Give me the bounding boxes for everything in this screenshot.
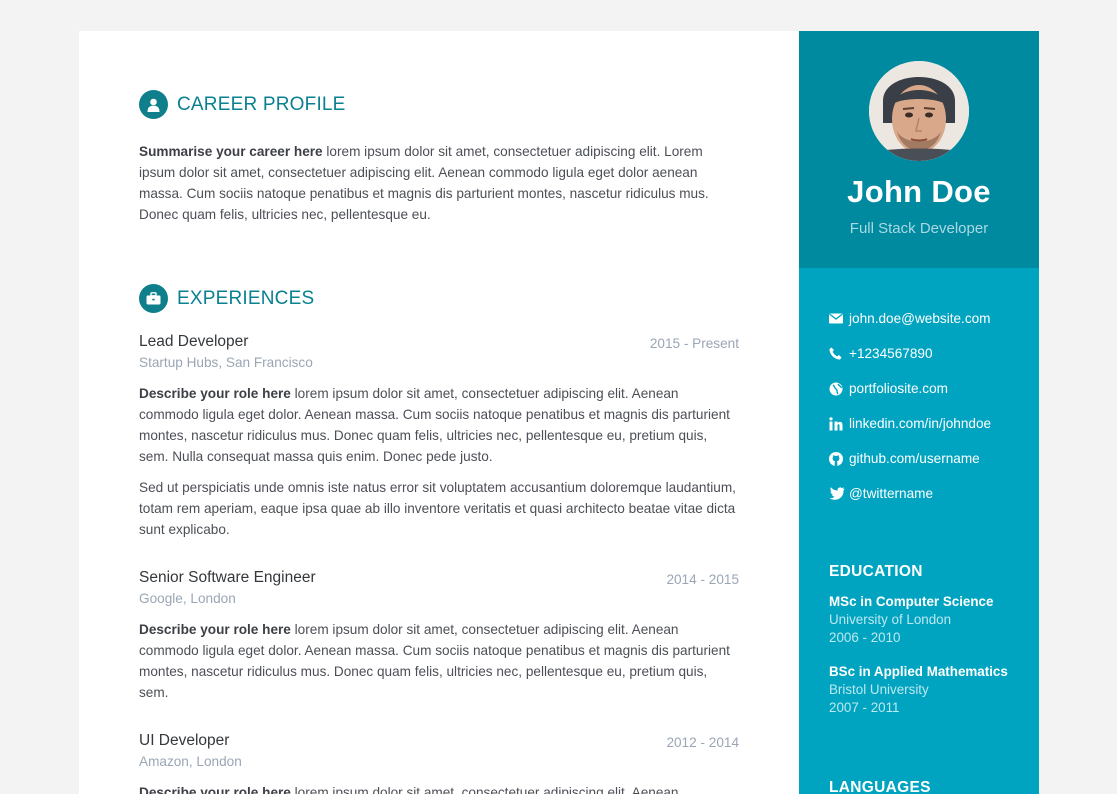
- twitter-icon: [829, 486, 849, 502]
- contact-linkedin[interactable]: linkedin.com/in/johndoe: [829, 406, 991, 441]
- education-years: 2006 - 2010: [829, 630, 901, 645]
- job-description: Describe your role here lorem ipsum dolo…: [139, 383, 739, 467]
- contact-github-text: github.com/username: [849, 451, 980, 466]
- languages-heading: LANGUAGES: [829, 779, 931, 794]
- career-summary: Summarise your career here lorem ipsum d…: [139, 141, 739, 225]
- github-icon: [829, 451, 849, 467]
- job-description: Describe your role here lorem ipsum dolo…: [139, 619, 739, 703]
- job-time: 2012 - 2014: [666, 735, 739, 750]
- profile-tagline: Full Stack Developer: [849, 220, 989, 237]
- contact-twitter-text: @twittername: [849, 486, 934, 501]
- career-summary-lead: Summarise your career here: [139, 144, 323, 159]
- education-school: University of London: [829, 612, 952, 627]
- education-degree: BSc in Applied Mathematics: [829, 664, 1008, 679]
- experiences-heading: EXPERIENCES: [139, 284, 314, 313]
- job-company: Google, London: [139, 591, 236, 606]
- profile-header: John Doe Full Stack Developer: [799, 31, 1039, 268]
- job-time: 2014 - 2015: [666, 572, 739, 587]
- job-description-lead: Describe your role here: [139, 785, 291, 794]
- education-item: BSc in Applied Mathematics Bristol Unive…: [829, 663, 1029, 717]
- globe-icon: [829, 381, 849, 397]
- sidebar: John Doe Full Stack Developer john.doe@w…: [799, 31, 1039, 794]
- experience-item: Senior Software Engineer 2014 - 2015 Goo…: [139, 569, 739, 703]
- experience-item: UI Developer 2012 - 2014 Amazon, London …: [139, 732, 739, 794]
- resume-page: CAREER PROFILE Summarise your career her…: [79, 31, 1039, 794]
- education-heading: EDUCATION: [829, 563, 923, 580]
- contact-list: john.doe@website.com +1234567890 portfol…: [829, 301, 991, 511]
- education-school: Bristol University: [829, 682, 929, 697]
- linkedin-icon: [829, 416, 849, 432]
- contact-email-text: john.doe@website.com: [849, 311, 991, 326]
- contact-phone-text: +1234567890: [849, 346, 933, 361]
- career-profile-heading: CAREER PROFILE: [139, 90, 346, 119]
- contact-twitter[interactable]: @twittername: [829, 476, 991, 511]
- contact-email[interactable]: john.doe@website.com: [829, 301, 991, 336]
- job-company: Amazon, London: [139, 754, 242, 769]
- experience-item: Lead Developer 2015 - Present Startup Hu…: [139, 333, 739, 540]
- job-description-text: lorem ipsum dolor sit amet, consectetuer…: [290, 785, 679, 794]
- briefcase-icon: [139, 284, 168, 313]
- job-description-lead: Describe your role here: [139, 386, 291, 401]
- job-company: Startup Hubs, San Francisco: [139, 355, 313, 370]
- job-description: Describe your role here lorem ipsum dolo…: [139, 782, 739, 794]
- job-description-extra: Sed ut perspiciatis unde omnis iste natu…: [139, 480, 736, 537]
- education-item: MSc in Computer Science University of Lo…: [829, 593, 1029, 647]
- contact-linkedin-text: linkedin.com/in/johndoe: [849, 416, 992, 431]
- job-time: 2015 - Present: [649, 336, 739, 351]
- profile-photo: [869, 61, 969, 161]
- career-profile-title: CAREER PROFILE: [177, 93, 346, 115]
- job-description-lead: Describe your role here: [139, 622, 291, 637]
- contact-website[interactable]: portfoliosite.com: [829, 371, 991, 406]
- education-degree: MSc in Computer Science: [829, 594, 994, 609]
- contact-phone[interactable]: +1234567890: [829, 336, 991, 371]
- contact-website-text: portfoliosite.com: [849, 381, 948, 396]
- job-title: UI Developer: [139, 732, 230, 749]
- education-years: 2007 - 2011: [829, 700, 900, 715]
- user-icon: [139, 90, 168, 119]
- job-title: Senior Software Engineer: [139, 569, 316, 586]
- profile-name: John Doe: [847, 174, 991, 209]
- experiences-title: EXPERIENCES: [177, 287, 315, 309]
- envelope-icon: [829, 311, 849, 327]
- phone-icon: [829, 346, 849, 362]
- contact-github[interactable]: github.com/username: [829, 441, 991, 476]
